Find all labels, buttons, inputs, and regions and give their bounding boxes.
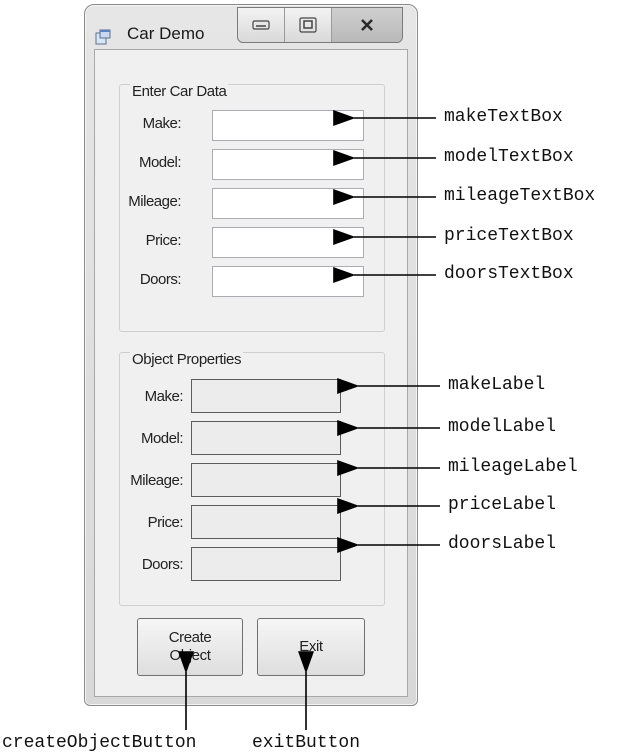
callout-price-textbox: priceTextBox [444,226,574,246]
callout-price-label: priceLabel [448,495,557,515]
callout-mileage-label: mileageLabel [448,457,578,477]
callout-make-textbox: makeTextBox [444,107,563,127]
callout-exit-button: exitButton [252,733,361,753]
callout-create-button: createObjectButton [2,733,197,753]
callout-doors-label: doorsLabel [448,534,557,554]
callout-model-label: modelLabel [448,417,557,437]
callout-make-label: makeLabel [448,375,546,395]
callout-mileage-textbox: mileageTextBox [444,186,596,206]
callout-doors-textbox: doorsTextBox [444,264,574,284]
callout-model-textbox: modelTextBox [444,147,574,167]
